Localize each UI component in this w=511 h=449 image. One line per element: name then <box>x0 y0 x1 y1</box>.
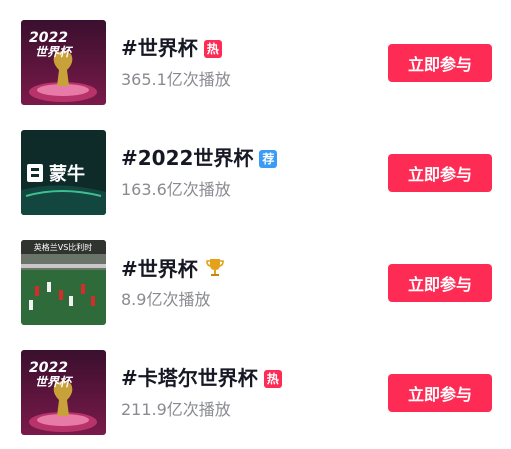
topic-title: #卡塔尔世界杯 <box>121 366 258 390</box>
poster-title-text: 世界杯 <box>35 45 74 59</box>
topic-row[interactable]: 2022 世界杯 #世界杯热 365.1亿次播放 立即参与 <box>0 9 511 119</box>
topic-title-row: #2022世界杯荐 <box>121 146 278 170</box>
topic-thumbnail-qatar[interactable]: 2022 世界杯 <box>21 350 106 435</box>
poster-year-text: 2022 <box>29 30 68 46</box>
topic-row[interactable]: 2022 世界杯 #卡塔尔世界杯热 211.9亿次播放 立即参与 <box>0 339 511 449</box>
hot-badge: 热 <box>263 370 282 388</box>
mengniu-logo-image: 蒙牛 <box>21 130 106 215</box>
join-button[interactable]: 立即参与 <box>388 374 492 412</box>
topic-title-row: #世界杯热 <box>121 36 222 60</box>
play-count: 211.9亿次播放 <box>121 400 231 419</box>
poster-year-text: 2022 <box>29 360 68 376</box>
poster-title-text: 世界杯 <box>35 375 74 389</box>
play-count: 163.6亿次播放 <box>121 180 231 199</box>
topic-thumbnail-worldcup[interactable]: 2022 世界杯 <box>21 20 106 105</box>
topic-thumbnail-mengniu[interactable]: 蒙牛 <box>21 130 106 215</box>
join-button[interactable]: 立即参与 <box>388 44 492 82</box>
topic-title-row: #卡塔尔世界杯热 <box>121 366 282 390</box>
topic-title: #2022世界杯 <box>121 146 254 170</box>
worldcup-poster-image: 2022 世界杯 <box>21 20 106 105</box>
topic-thumbnail-match[interactable]: 英格兰VS比利时 <box>21 240 106 325</box>
play-count: 8.9亿次播放 <box>121 290 211 309</box>
join-button[interactable]: 立即参与 <box>388 264 492 302</box>
worldcup-poster-image: 2022 世界杯 <box>21 350 106 435</box>
topic-row[interactable]: 蒙牛 #2022世界杯荐 163.6亿次播放 立即参与 <box>0 119 511 229</box>
hot-badge: 热 <box>203 40 222 58</box>
topic-title: #世界杯 <box>121 36 198 60</box>
join-button[interactable]: 立即参与 <box>388 154 492 192</box>
play-count: 365.1亿次播放 <box>121 70 231 89</box>
topic-list: 2022 世界杯 #世界杯热 365.1亿次播放 立即参与 蒙牛 #2022世界… <box>0 0 511 443</box>
topic-title: #世界杯 <box>121 257 198 281</box>
recommend-badge: 荐 <box>259 150 278 168</box>
match-photo-image: 英格兰VS比利时 <box>21 240 106 325</box>
topic-row[interactable]: 英格兰VS比利时 #世界杯 8.9亿次播放 立即参与 <box>0 229 511 339</box>
match-caption: 英格兰VS比利时 <box>34 242 93 252</box>
topic-title-row: #世界杯 <box>121 256 226 281</box>
brand-text: 蒙牛 <box>49 163 85 185</box>
trophy-icon <box>205 259 224 276</box>
